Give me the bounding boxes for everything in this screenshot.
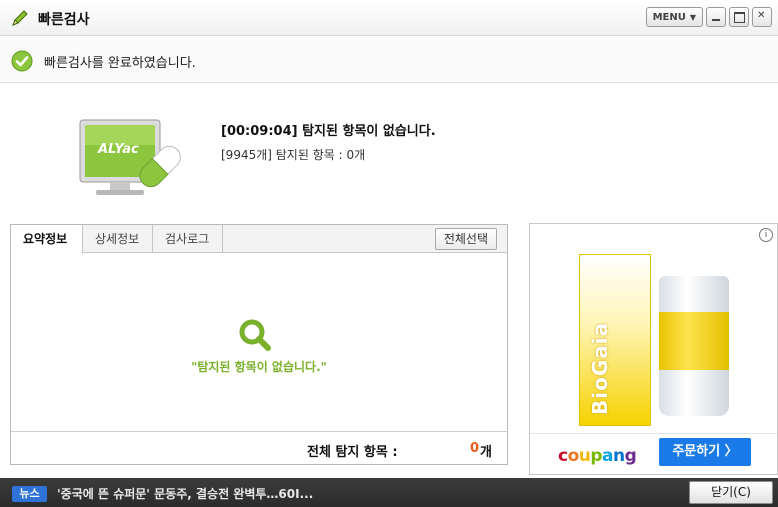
window-controls: MENU ▼: [645, 7, 772, 27]
ad-banner[interactable]: i BioGaia coupang 주문하기 〉: [529, 223, 778, 475]
coupang-logo-letter: g: [624, 446, 637, 466]
total-count: 0: [470, 441, 480, 456]
coupang-logo-letter: u: [578, 446, 591, 466]
close-button[interactable]: 닫기(C): [689, 481, 773, 504]
close-window-button[interactable]: [752, 7, 772, 27]
status-message: 빠른검사를 완료하였습니다.: [44, 56, 196, 71]
product-box-image: BioGaia: [579, 254, 651, 426]
monitor-brand-text: ALYac: [97, 142, 139, 157]
bottom-bar: 뉴스 '중국에 뜬 슈퍼문' 문동주, 결승전 완벽투…60I... 닫기(C): [0, 478, 778, 507]
caret-down-icon: ▼: [689, 12, 696, 22]
coupang-logo-letter: c: [558, 446, 568, 466]
window-title: 빠른검사: [38, 12, 90, 28]
menu-label: MENU: [652, 11, 686, 23]
status-bar: 빠른검사를 완료하였습니다.: [0, 37, 778, 83]
empty-message: "탐지된 항목이 없습니다.": [191, 360, 327, 374]
coupang-logo-letter: p: [590, 446, 603, 466]
scan-result-headline: [00:09:04] 탐지된 항목이 없습니다.: [221, 124, 436, 139]
tab-scan-log[interactable]: 검사로그: [153, 225, 223, 253]
tab-summary[interactable]: 요약정보: [11, 225, 83, 254]
pencil-icon: [12, 10, 28, 26]
news-headline-link[interactable]: '중국에 뜬 슈퍼문' 문동주, 결승전 완벽투…60I...: [57, 485, 313, 502]
product-tube-image: [659, 276, 729, 416]
tab-bar: 요약정보 상세정보 검사로그 전체선택: [11, 225, 507, 254]
monitor-pill-icon: ALYac: [79, 119, 181, 195]
magnifier-icon: [239, 319, 271, 351]
order-button[interactable]: 주문하기 〉: [659, 438, 751, 466]
tube-label-band: [659, 312, 729, 370]
coupang-logo: coupang: [558, 446, 637, 466]
scan-result-detail: [9945개] 탐지된 항목 : 0개: [221, 148, 366, 162]
coupang-logo-letter: n: [613, 446, 625, 466]
news-tag[interactable]: 뉴스: [12, 486, 47, 502]
tab-details[interactable]: 상세정보: [83, 225, 153, 253]
total-row: 전체 탐지 항목 : 0 개: [11, 431, 507, 464]
total-unit: 개: [480, 445, 492, 460]
select-all-button[interactable]: 전체선택: [434, 228, 497, 250]
product-brand: BioGaia: [588, 321, 612, 415]
title-bar: 빠른검사 MENU ▼: [0, 0, 778, 36]
total-label: 전체 탐지 항목 :: [307, 445, 398, 460]
coupang-logo-letter: a: [602, 446, 614, 466]
coupang-logo-letter: o: [567, 446, 580, 466]
maximize-button[interactable]: [729, 7, 749, 27]
minimize-button[interactable]: [706, 7, 726, 27]
menu-button[interactable]: MENU ▼: [645, 7, 703, 27]
results-panel: 요약정보 상세정보 검사로그 전체선택 "탐지된 항목이 없습니다." 전체 탐…: [10, 224, 508, 465]
ad-footer: coupang 주문하기 〉: [530, 433, 777, 474]
info-icon[interactable]: i: [759, 228, 773, 242]
check-circle-icon: [11, 50, 33, 72]
